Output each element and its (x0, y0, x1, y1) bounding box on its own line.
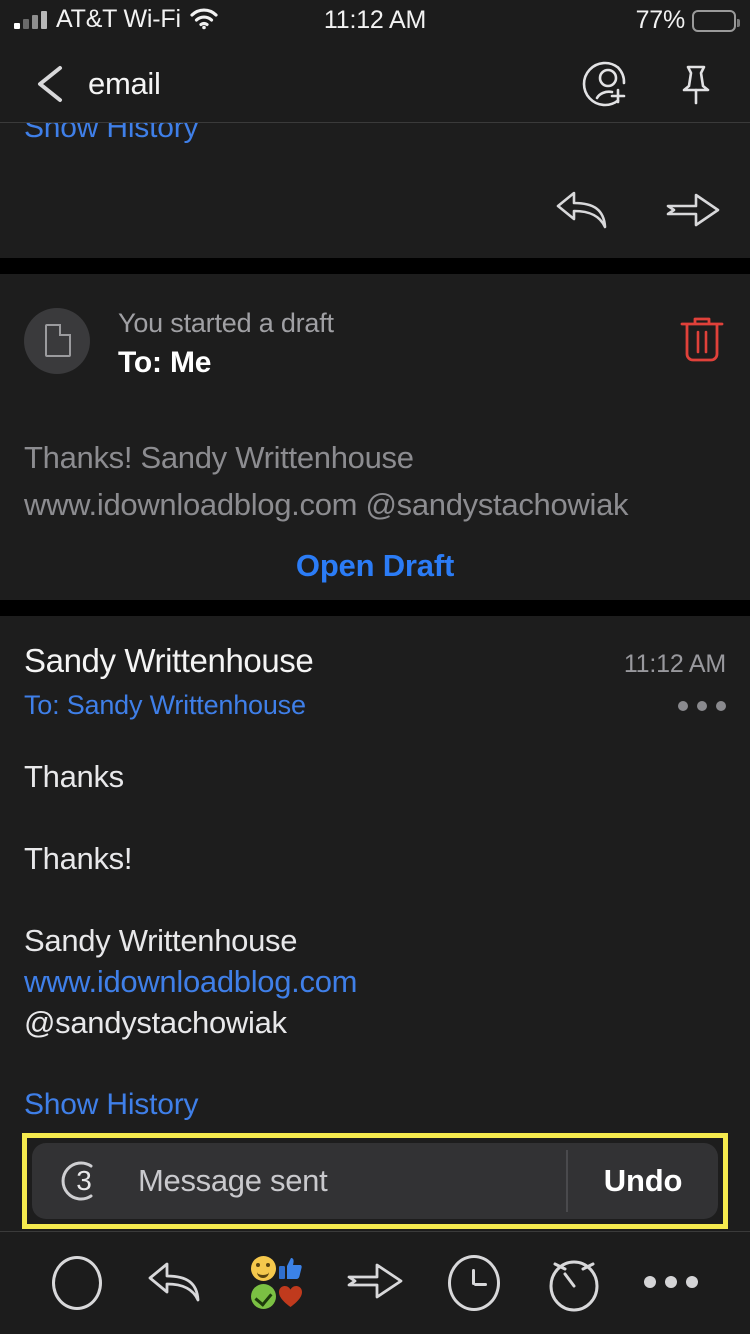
message-body-line-2: Thanks! (24, 841, 133, 876)
forward-arrow-icon[interactable] (662, 185, 724, 235)
add-person-icon[interactable] (582, 58, 634, 110)
battery-percent-label: 77% (635, 6, 686, 34)
reply-button[interactable] (145, 1252, 207, 1314)
emoji-reactions-icon (250, 1256, 303, 1310)
check-circle-icon (250, 1284, 276, 1309)
message-timestamp: 11:12 AM (623, 650, 726, 678)
circle-icon (52, 1256, 102, 1310)
reply-arrow-icon[interactable] (552, 185, 614, 235)
more-dots-icon[interactable] (678, 700, 726, 711)
message-sent-toast-highlight: 3 Message sent Undo (22, 1133, 728, 1229)
message-header-row-top: Sandy Writtenhouse 11:12 AM (24, 642, 726, 680)
status-bar: AT&T Wi-Fi 11:12 AM 77% (0, 0, 750, 46)
reactions-button[interactable] (245, 1252, 307, 1314)
draft-preview-line-2: www.idownloadblog.com @sandystachowiak (24, 487, 629, 522)
status-bar-right: 77% (635, 6, 740, 35)
message-header: Sandy Writtenhouse 11:12 AM To: Sandy Wr… (24, 642, 726, 721)
back-button[interactable] (22, 54, 82, 114)
message-body: Thanks Thanks! Sandy Writtenhouse www.id… (24, 756, 726, 1125)
pin-icon[interactable] (670, 58, 722, 110)
forward-button[interactable] (344, 1252, 406, 1314)
previous-message-actions (552, 185, 724, 235)
email-thread-screen: AT&T Wi-Fi 11:12 AM 77% email Show Histo… (0, 0, 750, 1334)
page-title: email (88, 66, 161, 101)
message-recipient[interactable]: To: Sandy Writtenhouse (24, 690, 306, 721)
draft-card[interactable]: You started a draft To: Me Thanks! Sandy… (0, 274, 750, 600)
countdown-ring-icon: 3 (58, 1158, 104, 1204)
more-dots-icon (643, 1276, 698, 1288)
document-icon (24, 308, 90, 374)
forward-arrow-icon (347, 1263, 403, 1299)
draft-header-texts: You started a draft To: Me (118, 306, 678, 380)
draft-header: You started a draft To: Me (24, 306, 726, 380)
message-sent-toast[interactable]: 3 Message sent Undo (32, 1143, 718, 1219)
undo-button[interactable]: Undo (568, 1163, 718, 1199)
draft-preview: Thanks! Sandy Writtenhouse www.idownload… (24, 434, 726, 528)
reply-arrow-icon (148, 1262, 200, 1302)
draft-recipient: To: Me (118, 346, 212, 379)
message-body-line-1: Thanks (24, 759, 124, 794)
section-separator (0, 258, 750, 274)
previous-message-section: Show History (0, 123, 750, 258)
mark-unread-button[interactable] (46, 1252, 108, 1314)
signature-link[interactable]: www.idownloadblog.com (24, 961, 726, 1002)
more-button[interactable] (642, 1252, 704, 1314)
show-history-link[interactable]: Show History (24, 1084, 726, 1125)
bottom-toolbar (0, 1231, 750, 1334)
thumbs-up-icon (278, 1256, 303, 1281)
signature-name: Sandy Writtenhouse (24, 923, 298, 958)
countdown-number: 3 (76, 1165, 92, 1196)
snooze-button[interactable] (443, 1252, 505, 1314)
open-draft-button[interactable]: Open Draft (0, 548, 750, 584)
message-sender: Sandy Writtenhouse (24, 642, 314, 679)
nav-actions (582, 58, 722, 110)
trash-icon[interactable] (678, 312, 726, 366)
heart-icon (278, 1284, 303, 1309)
alarm-clock-icon (549, 1260, 599, 1312)
draft-subtitle: You started a draft (118, 308, 334, 338)
smiley-icon (250, 1256, 276, 1281)
remind-me-button[interactable] (543, 1252, 605, 1314)
draft-preview-line-1: Thanks! Sandy Writtenhouse (24, 440, 414, 475)
navigation-bar: email (0, 46, 750, 123)
thread-scroll-area[interactable]: Show History You started a draft To: Me … (0, 123, 750, 1231)
message-header-row-bottom: To: Sandy Writtenhouse (24, 690, 726, 721)
clock-icon (448, 1255, 501, 1311)
signature-handle: @sandystachowiak (24, 1005, 287, 1040)
section-separator (0, 600, 750, 616)
previous-show-history-link[interactable]: Show History (24, 123, 199, 145)
toast-message: Message sent (138, 1163, 328, 1198)
battery-icon (692, 9, 740, 32)
